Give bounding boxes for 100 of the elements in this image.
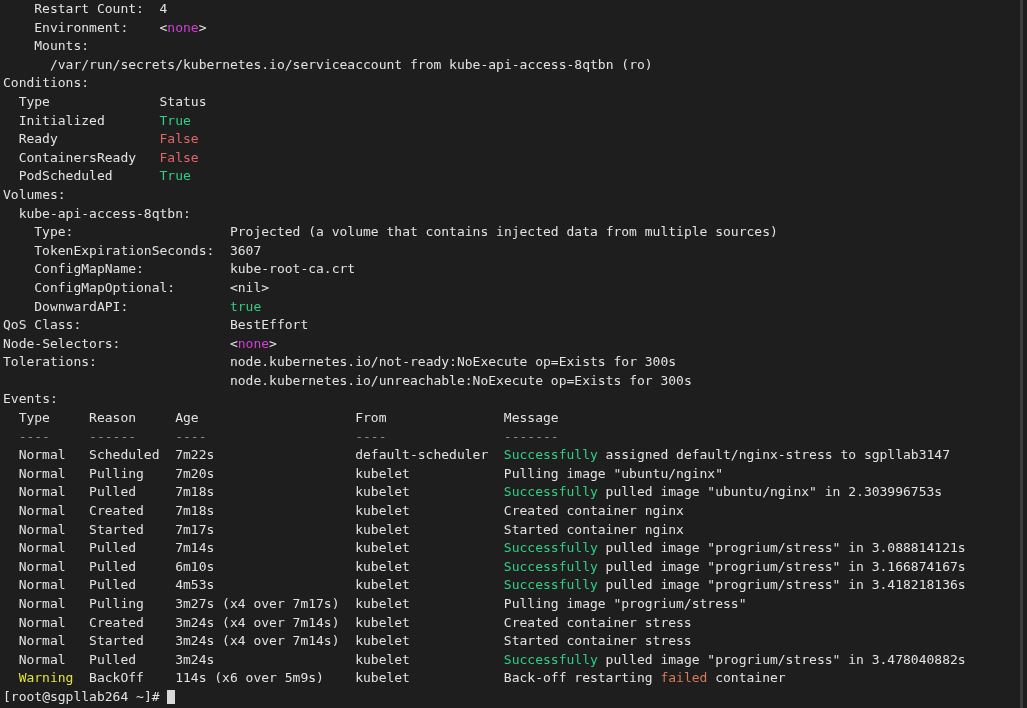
event-type: Normal xyxy=(18,447,66,463)
field-value: Projected (a volume that contains injected data from multiple sources) xyxy=(229,223,778,242)
event-source: kubelet xyxy=(355,503,410,519)
event-type: Normal xyxy=(18,503,66,519)
event-reason: Created xyxy=(89,614,144,630)
event-message: Back-off restarting failed container xyxy=(503,669,786,688)
event-age: 3m24s xyxy=(175,651,215,667)
field-value: 3607 xyxy=(229,241,262,260)
field-label: QoS Class: xyxy=(3,316,83,335)
event-type: Normal xyxy=(18,540,66,556)
event-message: Successfully assigned default/nginx-stress to sgpllab3147 xyxy=(503,446,950,465)
column-header: Status xyxy=(159,92,207,111)
event-age: 7m14s xyxy=(175,540,215,556)
event-source: default-scheduler xyxy=(355,447,489,463)
event-age: 7m17s xyxy=(175,521,215,537)
event-reason: Pulled xyxy=(89,558,137,574)
field-label: TokenExpirationSeconds: xyxy=(34,241,216,260)
event-source: kubelet xyxy=(355,521,410,537)
event-type: Normal xyxy=(18,558,66,574)
field-value: BestEffort xyxy=(229,316,309,335)
event-age: 114s (x6 over 5m9s) xyxy=(175,670,324,686)
column-header: Age xyxy=(175,409,200,428)
event-age: 3m24s (x4 over 7m14s) xyxy=(175,633,340,649)
event-type: Normal xyxy=(18,614,66,630)
event-reason: Pulled xyxy=(89,484,137,500)
event-source: kubelet xyxy=(355,558,410,574)
event-age: 7m22s xyxy=(175,447,215,463)
field-label: ConfigMapName: xyxy=(34,260,145,279)
event-reason: Pulled xyxy=(89,540,137,556)
event-reason: Created xyxy=(89,503,144,519)
event-age: 6m10s xyxy=(175,558,215,574)
field-value: <none> xyxy=(229,334,277,353)
field-label: Restart Count: xyxy=(34,0,145,18)
event-reason: Pulling xyxy=(89,596,144,611)
field-label: DownwardAPI: xyxy=(34,297,130,316)
event-age: 4m53s xyxy=(175,577,215,593)
event-reason: Pulling xyxy=(89,465,144,481)
event-source: kubelet xyxy=(355,465,410,481)
field-value: node.kubernetes.io/unreachable:NoExecute op=Exists for 300s xyxy=(229,371,692,390)
event-message: Successfully pulled image "progrium/stress" in 3.418218136s xyxy=(503,576,966,595)
event-age: 7m18s xyxy=(175,503,215,519)
event-source: kubelet xyxy=(355,540,410,556)
event-source: kubelet xyxy=(355,577,410,593)
shell-prompt: [root@sgpllab264 ~]# xyxy=(3,687,160,706)
event-message: Pulling image "ubuntu/nginx" xyxy=(503,464,723,483)
field-label: Environment: xyxy=(34,18,130,37)
event-type: Normal xyxy=(18,633,66,649)
event-source: kubelet xyxy=(355,633,410,649)
event-message: Successfully pulled image "progrium/stress" in 3.088814121s xyxy=(503,539,966,558)
header-underline: ---- xyxy=(18,427,51,446)
column-header: Message xyxy=(503,409,559,428)
field-value: <nil> xyxy=(229,278,270,297)
event-reason: Pulled xyxy=(89,651,137,667)
field-value: kube-root-ca.crt xyxy=(229,260,356,279)
condition-type: PodScheduled xyxy=(18,167,114,186)
event-reason: Scheduled xyxy=(89,447,160,463)
event-source: kubelet xyxy=(355,596,410,611)
field-label: Type: xyxy=(34,223,75,242)
event-type: Normal xyxy=(18,465,66,481)
section-title: Volumes: xyxy=(3,185,66,204)
event-type: Normal xyxy=(18,484,66,500)
condition-status: False xyxy=(159,130,199,149)
column-header: Reason xyxy=(89,409,138,428)
condition-status: False xyxy=(159,148,199,167)
event-type: Normal xyxy=(18,521,66,537)
event-message: Successfully pulled image "progrium/stress" in 3.166874167s xyxy=(503,557,966,576)
event-source: kubelet xyxy=(355,484,410,500)
event-reason: Started xyxy=(89,521,144,537)
mount-path: /var/run/secrets/kubernetes.io/serviceaccount from kube-api-access-8qtbn (ro) xyxy=(49,55,653,74)
event-type: Warning xyxy=(18,670,74,686)
event-age: 3m27s (x4 over 7m17s) xyxy=(175,596,340,611)
event-age: 7m18s xyxy=(175,484,215,500)
event-source: kubelet xyxy=(355,651,410,667)
section-title: Events: xyxy=(3,390,58,409)
event-type: Normal xyxy=(18,596,66,611)
event-reason: Started xyxy=(89,633,144,649)
header-underline: ---- xyxy=(355,427,388,446)
condition-type: Initialized xyxy=(18,111,106,130)
section-title: Conditions: xyxy=(3,74,90,93)
event-message: Started container stress xyxy=(503,632,692,651)
header-underline: ------ xyxy=(89,427,138,446)
event-message: Started container nginx xyxy=(503,520,684,539)
field-value: <none> xyxy=(159,18,207,37)
header-underline: ------- xyxy=(503,427,559,446)
field-value: 4 xyxy=(159,0,168,18)
event-message: Created container nginx xyxy=(503,502,684,521)
condition-type: ContainersReady xyxy=(18,148,138,167)
cursor-icon xyxy=(167,689,176,704)
event-age: 3m24s (x4 over 7m14s) xyxy=(175,614,340,630)
field-value: node.kubernetes.io/not-ready:NoExecute op=Exists for 300s xyxy=(229,353,677,372)
volume-name: kube-api-access-8qtbn: xyxy=(18,204,191,223)
field-label: ConfigMapOptional: xyxy=(34,278,177,297)
header-underline: ---- xyxy=(175,427,208,446)
event-message: Pulling image "progrium/stress" xyxy=(503,595,747,613)
event-message: Successfully pulled image "progrium/stress" in 3.478040882s xyxy=(503,650,966,669)
event-type: Normal xyxy=(18,651,66,667)
field-label: Node-Selectors: xyxy=(3,334,122,353)
event-source: kubelet xyxy=(355,614,410,630)
event-reason: BackOff xyxy=(89,670,144,686)
field-value: true xyxy=(229,297,262,316)
